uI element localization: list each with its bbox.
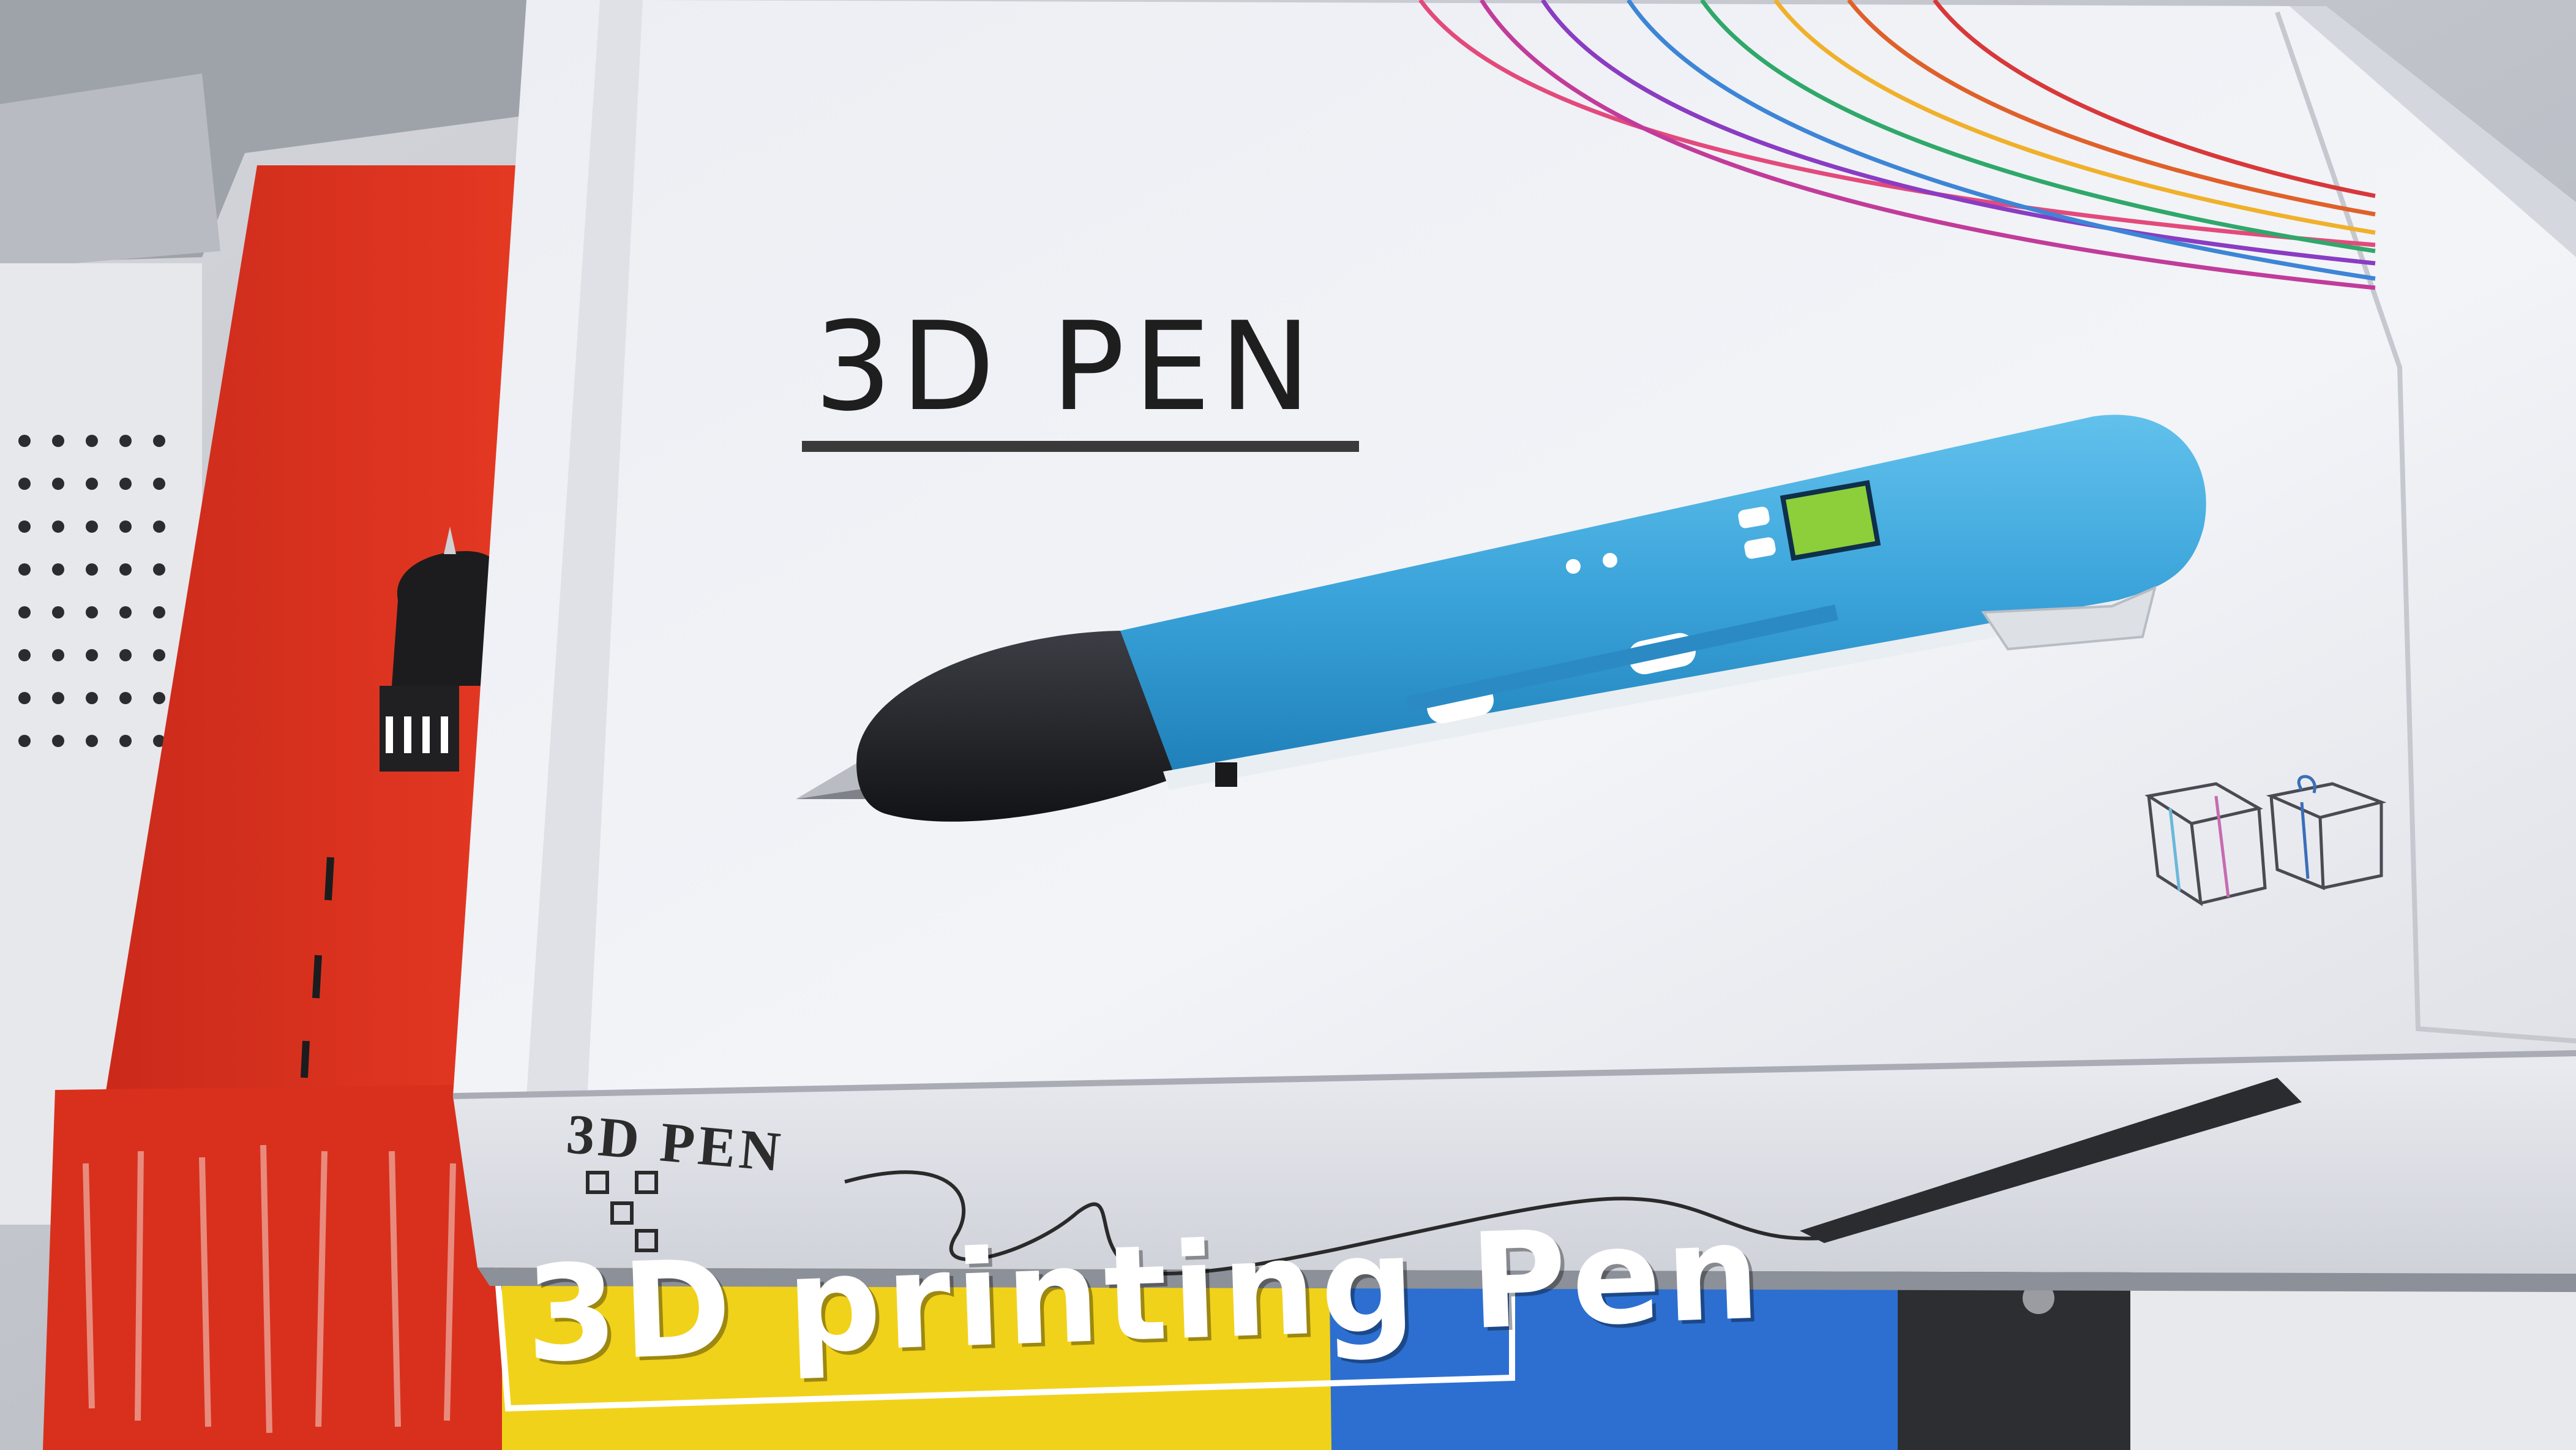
lower-box-text: 3D printing Pen — [523, 1195, 1767, 1392]
title-underline — [802, 441, 1359, 452]
box-title: 3D PEN — [814, 296, 1320, 438]
main-box — [452, 0, 2576, 1292]
